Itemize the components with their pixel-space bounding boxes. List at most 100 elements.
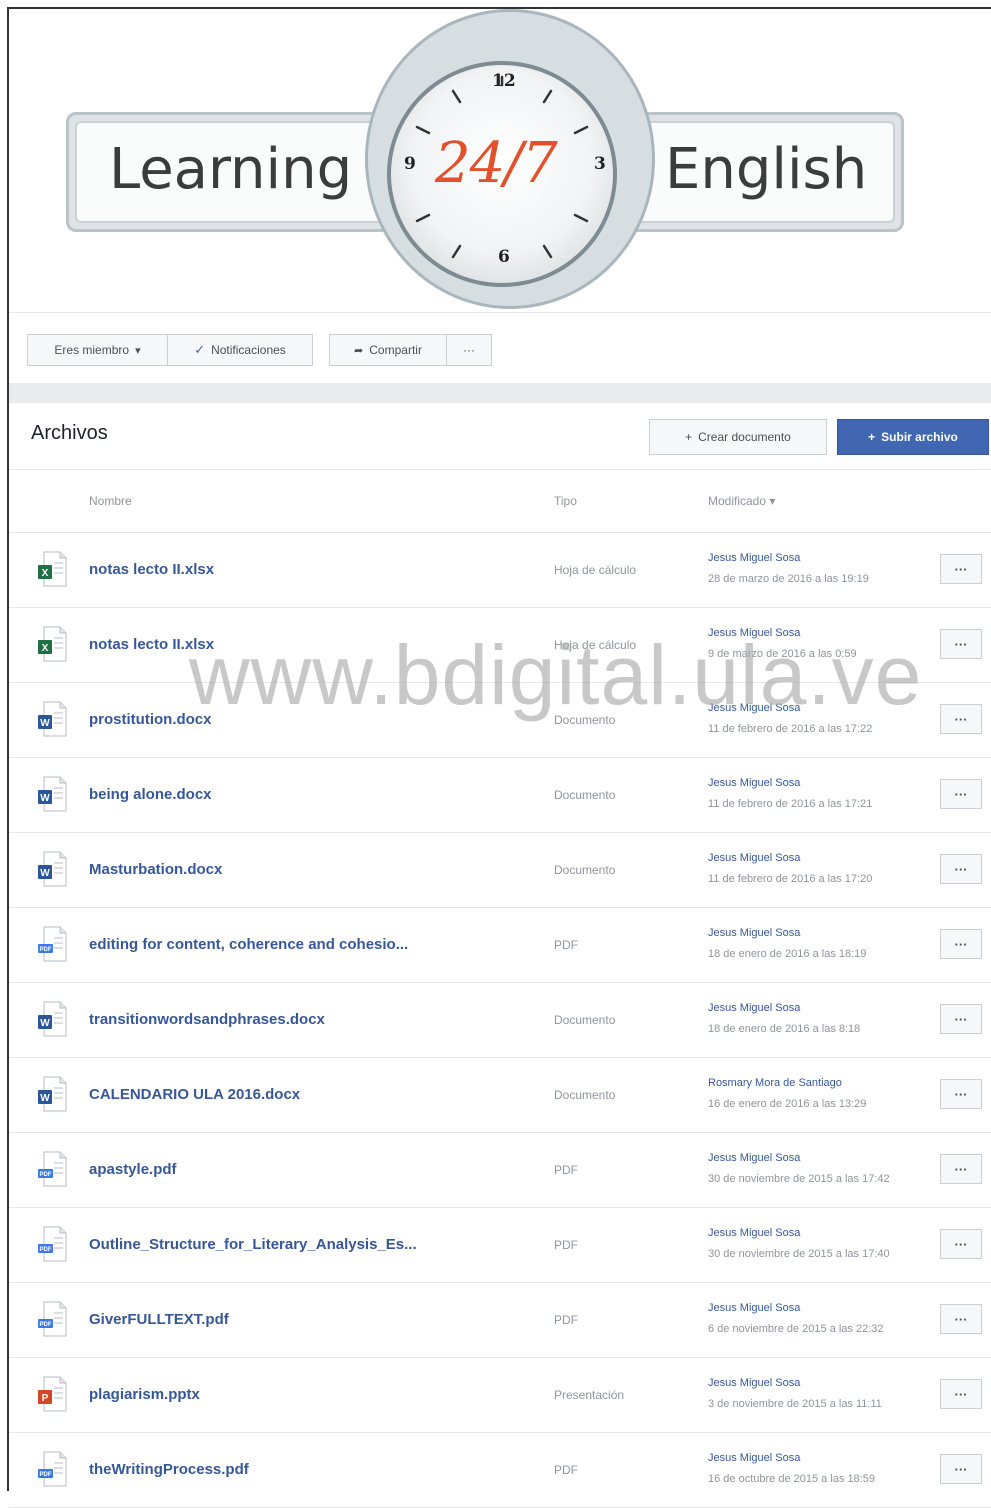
file-more-button[interactable]: ··· (940, 629, 982, 659)
svg-text:PDF: PDF (40, 1172, 52, 1178)
file-row[interactable]: P plagiarism.pptx Presentación Jesus Mig… (9, 1358, 991, 1433)
svg-text:W: W (40, 1018, 50, 1029)
column-modified-label: Modificado (708, 494, 767, 508)
file-more-button[interactable]: ··· (940, 1079, 982, 1109)
caret-down-icon: ▾ (135, 344, 141, 357)
file-author[interactable]: Jesus Miguel Sosa (708, 777, 800, 789)
column-type[interactable]: Tipo (554, 494, 577, 508)
file-author[interactable]: Jesus Miguel Sosa (708, 852, 800, 864)
file-more-button[interactable]: ··· (940, 554, 982, 584)
file-row[interactable]: W prostitution.docx Documento Jesus Migu… (9, 683, 991, 758)
file-author[interactable]: Rosmary Mora de Santiago (708, 1077, 842, 1089)
file-name[interactable]: Outline_Structure_for_Literary_Analysis_… (89, 1236, 417, 1253)
file-modified-date: 28 de marzo de 2016 a las 19:19 (708, 573, 869, 585)
notifications-label: Notificaciones (211, 343, 286, 357)
share-button[interactable]: ➦ Compartir (329, 334, 447, 366)
file-name[interactable]: CALENDARIO ULA 2016.docx (89, 1086, 300, 1103)
file-more-button[interactable]: ··· (940, 1004, 982, 1034)
file-name[interactable]: notas lecto II.xlsx (89, 636, 214, 653)
file-row[interactable]: PDF GiverFULLTEXT.pdf PDF Jesus Miguel S… (9, 1283, 991, 1358)
file-modified-date: 11 de febrero de 2016 a las 17:20 (708, 873, 873, 885)
file-name[interactable]: prostitution.docx (89, 711, 212, 728)
word-icon: W (37, 701, 67, 737)
file-more-button[interactable]: ··· (940, 1304, 982, 1334)
column-name[interactable]: Nombre (89, 494, 132, 508)
file-row[interactable]: X notas lecto II.xlsx Hoja de cálculo Je… (9, 533, 991, 608)
file-modified-date: 18 de enero de 2016 a las 18:19 (708, 948, 867, 960)
svg-text:W: W (40, 1093, 50, 1104)
excel-icon: X (37, 551, 67, 587)
file-author[interactable]: Jesus Miguel Sosa (708, 1302, 800, 1314)
file-author[interactable]: Jesus Miguel Sosa (708, 552, 800, 564)
file-name[interactable]: being alone.docx (89, 786, 212, 803)
word-icon: W (37, 851, 67, 887)
svg-text:PDF: PDF (40, 947, 52, 953)
section-divider (9, 383, 991, 403)
file-row[interactable]: PDF Outline_Structure_for_Literary_Analy… (9, 1208, 991, 1283)
file-type: Documento (554, 863, 616, 877)
file-more-button[interactable]: ··· (940, 854, 982, 884)
file-name[interactable]: GiverFULLTEXT.pdf (89, 1311, 229, 1328)
file-more-button[interactable]: ··· (940, 704, 982, 734)
file-row[interactable]: X notas lecto II.xlsx Hoja de cálculo Je… (9, 608, 991, 683)
file-name[interactable]: editing for content, coherence and cohes… (89, 936, 408, 953)
file-more-button[interactable]: ··· (940, 1379, 982, 1409)
file-author[interactable]: Jesus Miguel Sosa (708, 1002, 800, 1014)
file-row[interactable]: PDF theWritingProcess.pdf PDF Jesus Migu… (9, 1433, 991, 1508)
file-more-button[interactable]: ··· (940, 1454, 982, 1484)
upload-file-label: Subir archivo (881, 430, 958, 444)
file-modified-date: 16 de octubre de 2015 a las 18:59 (708, 1473, 875, 1485)
file-name[interactable]: transitionwordsandphrases.docx (89, 1011, 325, 1028)
file-row[interactable]: PDF editing for content, coherence and c… (9, 908, 991, 983)
file-type: Documento (554, 1088, 616, 1102)
file-more-button[interactable]: ··· (940, 779, 982, 809)
upload-file-button[interactable]: + Subir archivo (837, 419, 989, 455)
word-icon: W (37, 776, 67, 812)
file-row[interactable]: W Masturbation.docx Documento Jesus Migu… (9, 833, 991, 908)
clock-number-9: 9 (404, 154, 416, 174)
member-button[interactable]: Eres miembro ▾ (27, 334, 168, 366)
pdf-icon: PDF (37, 1151, 67, 1187)
file-author[interactable]: Jesus Miguel Sosa (708, 1452, 800, 1464)
file-row[interactable]: PDF apastyle.pdf PDF Jesus Miguel Sosa 3… (9, 1133, 991, 1208)
file-name[interactable]: plagiarism.pptx (89, 1386, 200, 1403)
powerpoint-icon: P (37, 1376, 67, 1412)
file-row[interactable]: W CALENDARIO ULA 2016.docx Documento Ros… (9, 1058, 991, 1133)
file-author[interactable]: Jesus Miguel Sosa (708, 702, 800, 714)
file-more-button[interactable]: ··· (940, 1154, 982, 1184)
create-document-button[interactable]: + Crear documento (649, 419, 827, 455)
file-modified-date: 11 de febrero de 2016 a las 17:21 (708, 798, 873, 810)
file-type: Hoja de cálculo (554, 638, 637, 652)
file-more-button[interactable]: ··· (940, 929, 982, 959)
file-modified-date: 11 de febrero de 2016 a las 17:22 (708, 723, 873, 735)
file-modified-date: 3 de noviembre de 2015 a las 11:11 (708, 1398, 882, 1410)
file-type: PDF (554, 1238, 578, 1252)
more-options-button[interactable]: ··· (446, 334, 492, 366)
clock-number-12: 12 (492, 71, 516, 91)
file-name[interactable]: Masturbation.docx (89, 861, 222, 878)
file-type: PDF (554, 1463, 578, 1477)
file-name[interactable]: apastyle.pdf (89, 1161, 177, 1178)
file-author[interactable]: Jesus Miguel Sosa (708, 927, 800, 939)
file-type: Documento (554, 1013, 616, 1027)
file-more-button[interactable]: ··· (940, 1229, 982, 1259)
file-type: PDF (554, 1163, 578, 1177)
file-author[interactable]: Jesus Miguel Sosa (708, 1227, 800, 1239)
excel-icon: X (37, 626, 67, 662)
file-name[interactable]: theWritingProcess.pdf (89, 1461, 249, 1478)
checkmark-icon: ✓ (194, 342, 206, 357)
word-icon: W (37, 1076, 67, 1112)
file-row[interactable]: W being alone.docx Documento Jesus Migue… (9, 758, 991, 833)
files-title: Archivos (31, 422, 108, 444)
file-author[interactable]: Jesus Miguel Sosa (708, 1377, 800, 1389)
file-author[interactable]: Jesus Miguel Sosa (708, 627, 800, 639)
file-author[interactable]: Jesus Miguel Sosa (708, 1152, 800, 1164)
file-row[interactable]: W transitionwordsandphrases.docx Documen… (9, 983, 991, 1058)
notifications-button[interactable]: ✓ Notificaciones (167, 334, 313, 366)
column-modified[interactable]: Modificado ▾ (708, 494, 775, 508)
files-list: X notas lecto II.xlsx Hoja de cálculo Je… (9, 533, 991, 1508)
file-name[interactable]: notas lecto II.xlsx (89, 561, 214, 578)
banner-word-english: English (665, 137, 868, 202)
clock-number-3: 3 (594, 154, 606, 174)
files-header: Archivos + Crear documento + Subir archi… (9, 403, 991, 470)
